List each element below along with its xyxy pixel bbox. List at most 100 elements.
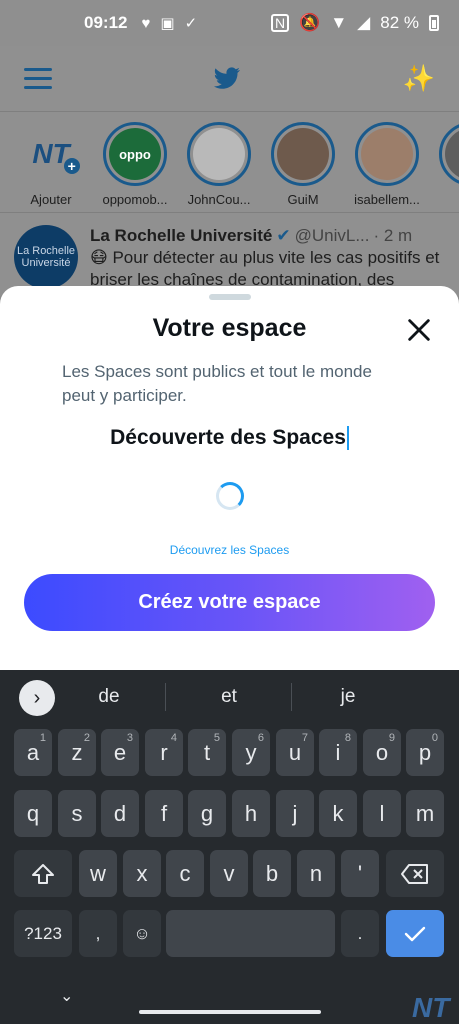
checkmark-icon bbox=[404, 926, 426, 941]
key[interactable]: h bbox=[232, 790, 270, 837]
sparkle-icon[interactable]: ✨ bbox=[403, 63, 435, 94]
avatar bbox=[277, 128, 329, 180]
period-key[interactable]: . bbox=[341, 910, 379, 957]
comma-key[interactable]: , bbox=[79, 910, 117, 957]
key[interactable]: v bbox=[210, 850, 248, 897]
key[interactable]: e3 bbox=[101, 729, 139, 776]
avatar-text: Université bbox=[21, 257, 71, 269]
fleet-label: JohnCou... bbox=[187, 192, 251, 207]
fleets-row: NT + Ajouter oppo oppomob... JohnCou... G… bbox=[0, 112, 459, 212]
hamburger-icon[interactable] bbox=[24, 68, 52, 89]
suggestion-item[interactable]: et bbox=[189, 686, 269, 708]
sheet-description: Les Spaces sont publics et tout le monde… bbox=[62, 362, 372, 405]
battery-percent: 82 % bbox=[380, 13, 419, 32]
sheet-title: Votre espace bbox=[152, 314, 307, 342]
fleet-item[interactable]: oppo oppomob... bbox=[98, 122, 172, 212]
key[interactable]: i8 bbox=[319, 729, 357, 776]
key[interactable]: a1 bbox=[14, 729, 52, 776]
plus-icon: + bbox=[63, 158, 80, 174]
key[interactable]: d bbox=[101, 790, 139, 837]
key[interactable]: z2 bbox=[58, 729, 96, 776]
loading-spinner bbox=[216, 482, 244, 510]
fleet-label: isabellem... bbox=[354, 192, 420, 207]
key[interactable]: p0 bbox=[406, 729, 444, 776]
symbols-key[interactable]: ?123 bbox=[14, 910, 72, 957]
key[interactable]: n bbox=[297, 850, 335, 897]
space-name-text: Découverte des Spaces bbox=[110, 426, 346, 449]
key[interactable]: y6 bbox=[232, 729, 270, 776]
avatar: oppo bbox=[109, 128, 161, 180]
avatar bbox=[193, 128, 245, 180]
key[interactable]: u7 bbox=[276, 729, 314, 776]
fleet-label: Ajouter bbox=[30, 192, 72, 207]
space-name-input[interactable]: Découverte des Spaces bbox=[0, 426, 459, 451]
tweet-time: · 2 m bbox=[373, 226, 413, 245]
emoji-icon: ☺ bbox=[133, 923, 151, 943]
status-time: 09:12 bbox=[84, 13, 128, 32]
mute-icon: 🔕 bbox=[299, 13, 321, 32]
space-key[interactable] bbox=[166, 910, 335, 957]
key[interactable]: k bbox=[319, 790, 357, 837]
key[interactable]: g bbox=[188, 790, 226, 837]
avatar bbox=[361, 128, 413, 180]
timeline-background: ✨ NT + Ajouter oppo oppomob... JohnCou...… bbox=[0, 46, 459, 296]
suggestion-item[interactable]: de bbox=[69, 686, 149, 708]
fleet-item[interactable]: GuiM bbox=[266, 122, 340, 212]
wifi-icon: ▼ bbox=[330, 13, 348, 32]
avatar bbox=[445, 128, 459, 180]
twitter-bird-icon bbox=[214, 66, 241, 89]
fleet-add[interactable]: NT + Ajouter bbox=[14, 122, 88, 212]
key[interactable]: t5 bbox=[188, 729, 226, 776]
keyboard: › de et je a1 z2 e3 r4 t5 y6 u7 i8 o9 p0… bbox=[0, 670, 459, 1024]
drag-handle[interactable] bbox=[209, 294, 251, 300]
key[interactable]: m bbox=[406, 790, 444, 837]
avatar-text: La Rochelle bbox=[16, 245, 76, 257]
backspace-icon bbox=[401, 863, 428, 884]
fleet-label: GuiM bbox=[287, 192, 319, 207]
key[interactable]: f bbox=[145, 790, 183, 837]
nfc-icon: N bbox=[271, 14, 290, 32]
backspace-key[interactable] bbox=[386, 850, 444, 897]
key[interactable]: ' bbox=[341, 850, 379, 897]
shift-key[interactable] bbox=[14, 850, 72, 897]
text-cursor bbox=[346, 426, 349, 451]
fleet-item[interactable]: phil bbox=[434, 122, 459, 212]
key[interactable]: j bbox=[276, 790, 314, 837]
tweet-avatar[interactable]: La Rochelle Université bbox=[14, 225, 78, 289]
create-space-button[interactable]: Créez votre espace bbox=[24, 574, 435, 631]
fleet-item[interactable]: JohnCou... bbox=[182, 122, 256, 212]
signal-icon: ◢ bbox=[357, 13, 371, 32]
heart-icon: ♥ bbox=[141, 14, 151, 32]
chevron-right-icon[interactable]: › bbox=[19, 680, 55, 716]
chevron-down-icon[interactable]: ⌄ bbox=[60, 986, 73, 1006]
key[interactable]: x bbox=[123, 850, 161, 897]
key[interactable]: s bbox=[58, 790, 96, 837]
key[interactable]: w bbox=[79, 850, 117, 897]
top-nav: ✨ bbox=[0, 46, 459, 112]
key[interactable]: b bbox=[253, 850, 291, 897]
fleet-label: oppomob... bbox=[102, 192, 168, 207]
key[interactable]: o9 bbox=[363, 729, 401, 776]
verified-icon: ✔ bbox=[276, 226, 291, 245]
status-bar: 09:12 ♥ ▣ ✓ N 🔕 ▼ ◢ 82 % bbox=[0, 0, 459, 46]
discover-spaces-link[interactable]: Découvrez les Spaces bbox=[0, 543, 459, 557]
key[interactable]: r4 bbox=[145, 729, 183, 776]
key[interactable]: l bbox=[363, 790, 401, 837]
tweet-text: 😷 Pour détecter au plus vite les cas pos… bbox=[90, 248, 440, 289]
tweet-handle: @UnivL... bbox=[294, 226, 370, 245]
image-icon: ▣ bbox=[160, 15, 175, 32]
suggestion-item[interactable]: je bbox=[308, 686, 388, 708]
home-indicator[interactable] bbox=[139, 1010, 321, 1014]
key[interactable]: q bbox=[14, 790, 52, 837]
battery-icon bbox=[429, 15, 439, 31]
suggestion-divider bbox=[291, 683, 292, 711]
enter-key[interactable] bbox=[386, 910, 444, 957]
key[interactable]: c bbox=[166, 850, 204, 897]
fleet-item[interactable]: isabellem... bbox=[350, 122, 424, 212]
check-icon: ✓ bbox=[184, 15, 198, 32]
close-icon[interactable] bbox=[405, 316, 433, 344]
nt-watermark: NT bbox=[412, 992, 450, 1023]
fleet-add-avatar: NT + bbox=[19, 122, 83, 186]
fleet-label: phil bbox=[434, 192, 459, 207]
emoji-key[interactable]: ☺ bbox=[123, 910, 161, 957]
